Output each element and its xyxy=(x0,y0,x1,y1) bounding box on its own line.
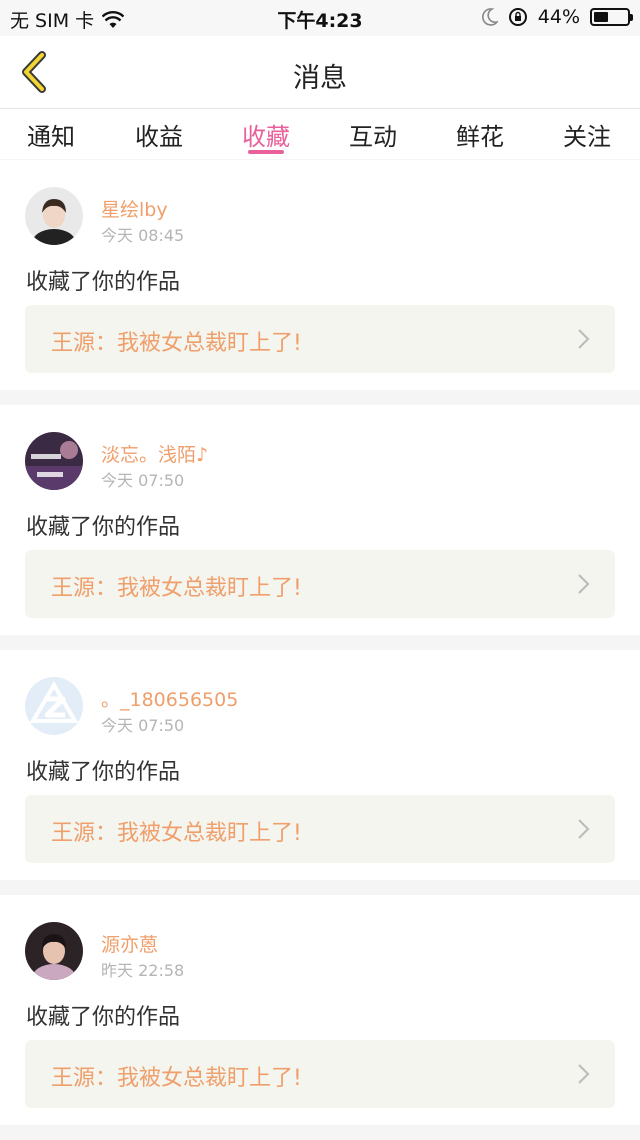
timestamp: 今天 07:50 xyxy=(101,471,185,490)
rotation-lock-icon xyxy=(508,8,527,26)
nav-bar: 消息 xyxy=(0,36,640,109)
avatar[interactable] xyxy=(25,677,83,735)
page-title: 消息 xyxy=(293,63,347,94)
avatar[interactable] xyxy=(25,432,83,490)
battery-percent: 44% xyxy=(537,6,580,28)
work-link[interactable]: 王源：我被女总裁盯上了! xyxy=(25,1040,615,1108)
timestamp: 今天 07:50 xyxy=(101,716,185,735)
timestamp: 昨天 22:58 xyxy=(101,961,185,980)
chevron-right-icon xyxy=(578,819,590,839)
user-name[interactable]: 星绘lby xyxy=(101,195,168,222)
user-name[interactable]: 。_180656505 xyxy=(101,685,238,712)
tab-flowers[interactable]: 鲜花 xyxy=(435,117,525,152)
chevron-right-icon xyxy=(578,329,590,349)
action-text: 收藏了你的作品 xyxy=(26,270,181,295)
moon-icon xyxy=(481,8,498,26)
wifi-icon xyxy=(102,10,125,28)
work-title: 王源：我被女总裁盯上了! xyxy=(51,331,302,356)
message-list: 星绘lby 今天 08:45 收藏了你的作品 王源：我被女总裁盯上了! 淡忘。浅… xyxy=(0,160,640,1140)
avatar[interactable] xyxy=(25,187,83,245)
active-tab-indicator xyxy=(248,150,284,154)
work-title: 王源：我被女总裁盯上了! xyxy=(51,821,302,846)
tab-interactions[interactable]: 互动 xyxy=(328,117,418,152)
timestamp: 今天 08:45 xyxy=(101,226,185,245)
action-text: 收藏了你的作品 xyxy=(26,515,181,540)
battery-icon xyxy=(590,8,633,26)
work-title: 王源：我被女总裁盯上了! xyxy=(51,576,302,601)
list-item: 星绘lby 今天 08:45 收藏了你的作品 王源：我被女总裁盯上了! xyxy=(0,160,640,390)
status-bar: 无 SIM 卡 下午4:23 44% xyxy=(0,0,640,36)
list-item: 源亦蒽 昨天 22:58 收藏了你的作品 王源：我被女总裁盯上了! xyxy=(0,895,640,1125)
tab-earnings[interactable]: 收益 xyxy=(114,117,204,152)
carrier-label: 无 SIM 卡 xyxy=(10,10,95,32)
chevron-right-icon xyxy=(578,574,590,594)
action-text: 收藏了你的作品 xyxy=(26,1005,181,1030)
avatar[interactable] xyxy=(25,922,83,980)
work-title: 王源：我被女总裁盯上了! xyxy=(51,1066,302,1091)
chevron-right-icon xyxy=(578,1064,590,1084)
tab-notifications[interactable]: 通知 xyxy=(6,117,96,152)
action-text: 收藏了你的作品 xyxy=(26,760,181,785)
list-item: 。_180656505 今天 07:50 收藏了你的作品 王源：我被女总裁盯上了… xyxy=(0,650,640,880)
tab-favorites[interactable]: 收藏 xyxy=(221,117,311,152)
tab-bar: 通知 收益 收藏 互动 鲜花 关注 xyxy=(0,109,640,159)
user-name[interactable]: 源亦蒽 xyxy=(101,930,158,957)
work-link[interactable]: 王源：我被女总裁盯上了! xyxy=(25,795,615,863)
user-name[interactable]: 淡忘。浅陌♪ xyxy=(101,440,208,467)
list-item: 淡忘。浅陌♪ 今天 07:50 收藏了你的作品 王源：我被女总裁盯上了! xyxy=(0,405,640,635)
work-link[interactable]: 王源：我被女总裁盯上了! xyxy=(25,550,615,618)
tab-follows[interactable]: 关注 xyxy=(542,117,632,152)
work-link[interactable]: 王源：我被女总裁盯上了! xyxy=(25,305,615,373)
